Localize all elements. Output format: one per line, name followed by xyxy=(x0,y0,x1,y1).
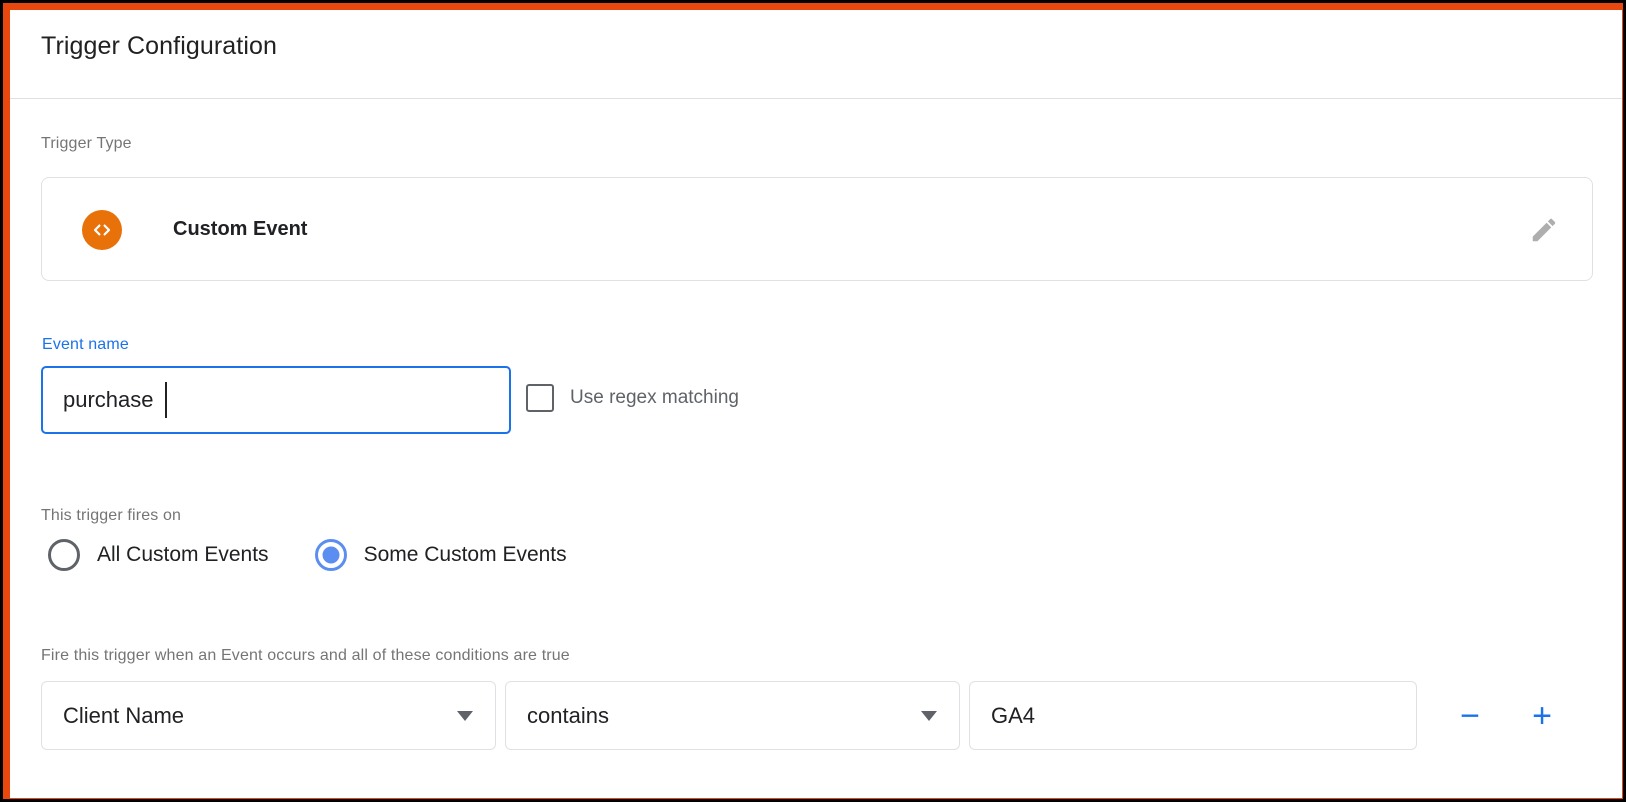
radio-all-custom-events[interactable]: All Custom Events xyxy=(48,539,269,571)
condition-variable-value: Client Name xyxy=(63,702,185,728)
radio-some-custom-events-label: Some Custom Events xyxy=(363,543,567,566)
page-title: Trigger Configuration xyxy=(41,32,278,60)
use-regex-matching-row[interactable]: Use regex matching xyxy=(526,384,739,412)
use-regex-matching-checkbox[interactable] xyxy=(526,384,554,412)
radio-all-custom-events-indicator xyxy=(48,539,80,571)
radio-some-custom-events[interactable]: Some Custom Events xyxy=(314,539,567,571)
conditions-label: Fire this trigger when an Event occurs a… xyxy=(41,647,570,664)
screenshot-frame: Trigger Configuration Trigger Type Custo… xyxy=(0,0,1626,802)
fires-on-radio-group: All Custom Events Some Custom Events xyxy=(48,539,567,571)
event-name-label: Event name xyxy=(42,336,129,353)
event-name-input[interactable] xyxy=(41,366,511,434)
trigger-type-card[interactable]: Custom Event xyxy=(41,177,1593,281)
condition-row: Client Name contains − + xyxy=(41,681,1593,750)
code-brackets-icon xyxy=(82,210,122,250)
condition-variable-select[interactable]: Client Name xyxy=(41,681,496,750)
use-regex-matching-label: Use regex matching xyxy=(570,387,739,408)
trigger-type-name: Custom Event xyxy=(173,218,308,240)
condition-operator-select[interactable]: contains xyxy=(505,681,960,750)
pencil-icon[interactable] xyxy=(1528,214,1560,246)
radio-all-custom-events-label: All Custom Events xyxy=(97,543,269,566)
condition-value-input[interactable] xyxy=(969,681,1417,750)
remove-condition-button[interactable]: − xyxy=(1447,699,1493,733)
chevron-down-icon xyxy=(921,710,937,721)
text-cursor xyxy=(165,382,167,418)
chevron-down-icon xyxy=(457,710,473,721)
condition-operator-value: contains xyxy=(527,702,609,728)
fires-on-label: This trigger fires on xyxy=(41,507,182,524)
trigger-configuration-panel: Trigger Configuration Trigger Type Custo… xyxy=(10,10,1622,798)
add-condition-button[interactable]: + xyxy=(1519,699,1565,733)
radio-selected-dot xyxy=(322,546,340,564)
trigger-type-label: Trigger Type xyxy=(41,135,132,152)
panel-header: Trigger Configuration xyxy=(10,10,1622,99)
radio-some-custom-events-indicator xyxy=(314,539,347,571)
